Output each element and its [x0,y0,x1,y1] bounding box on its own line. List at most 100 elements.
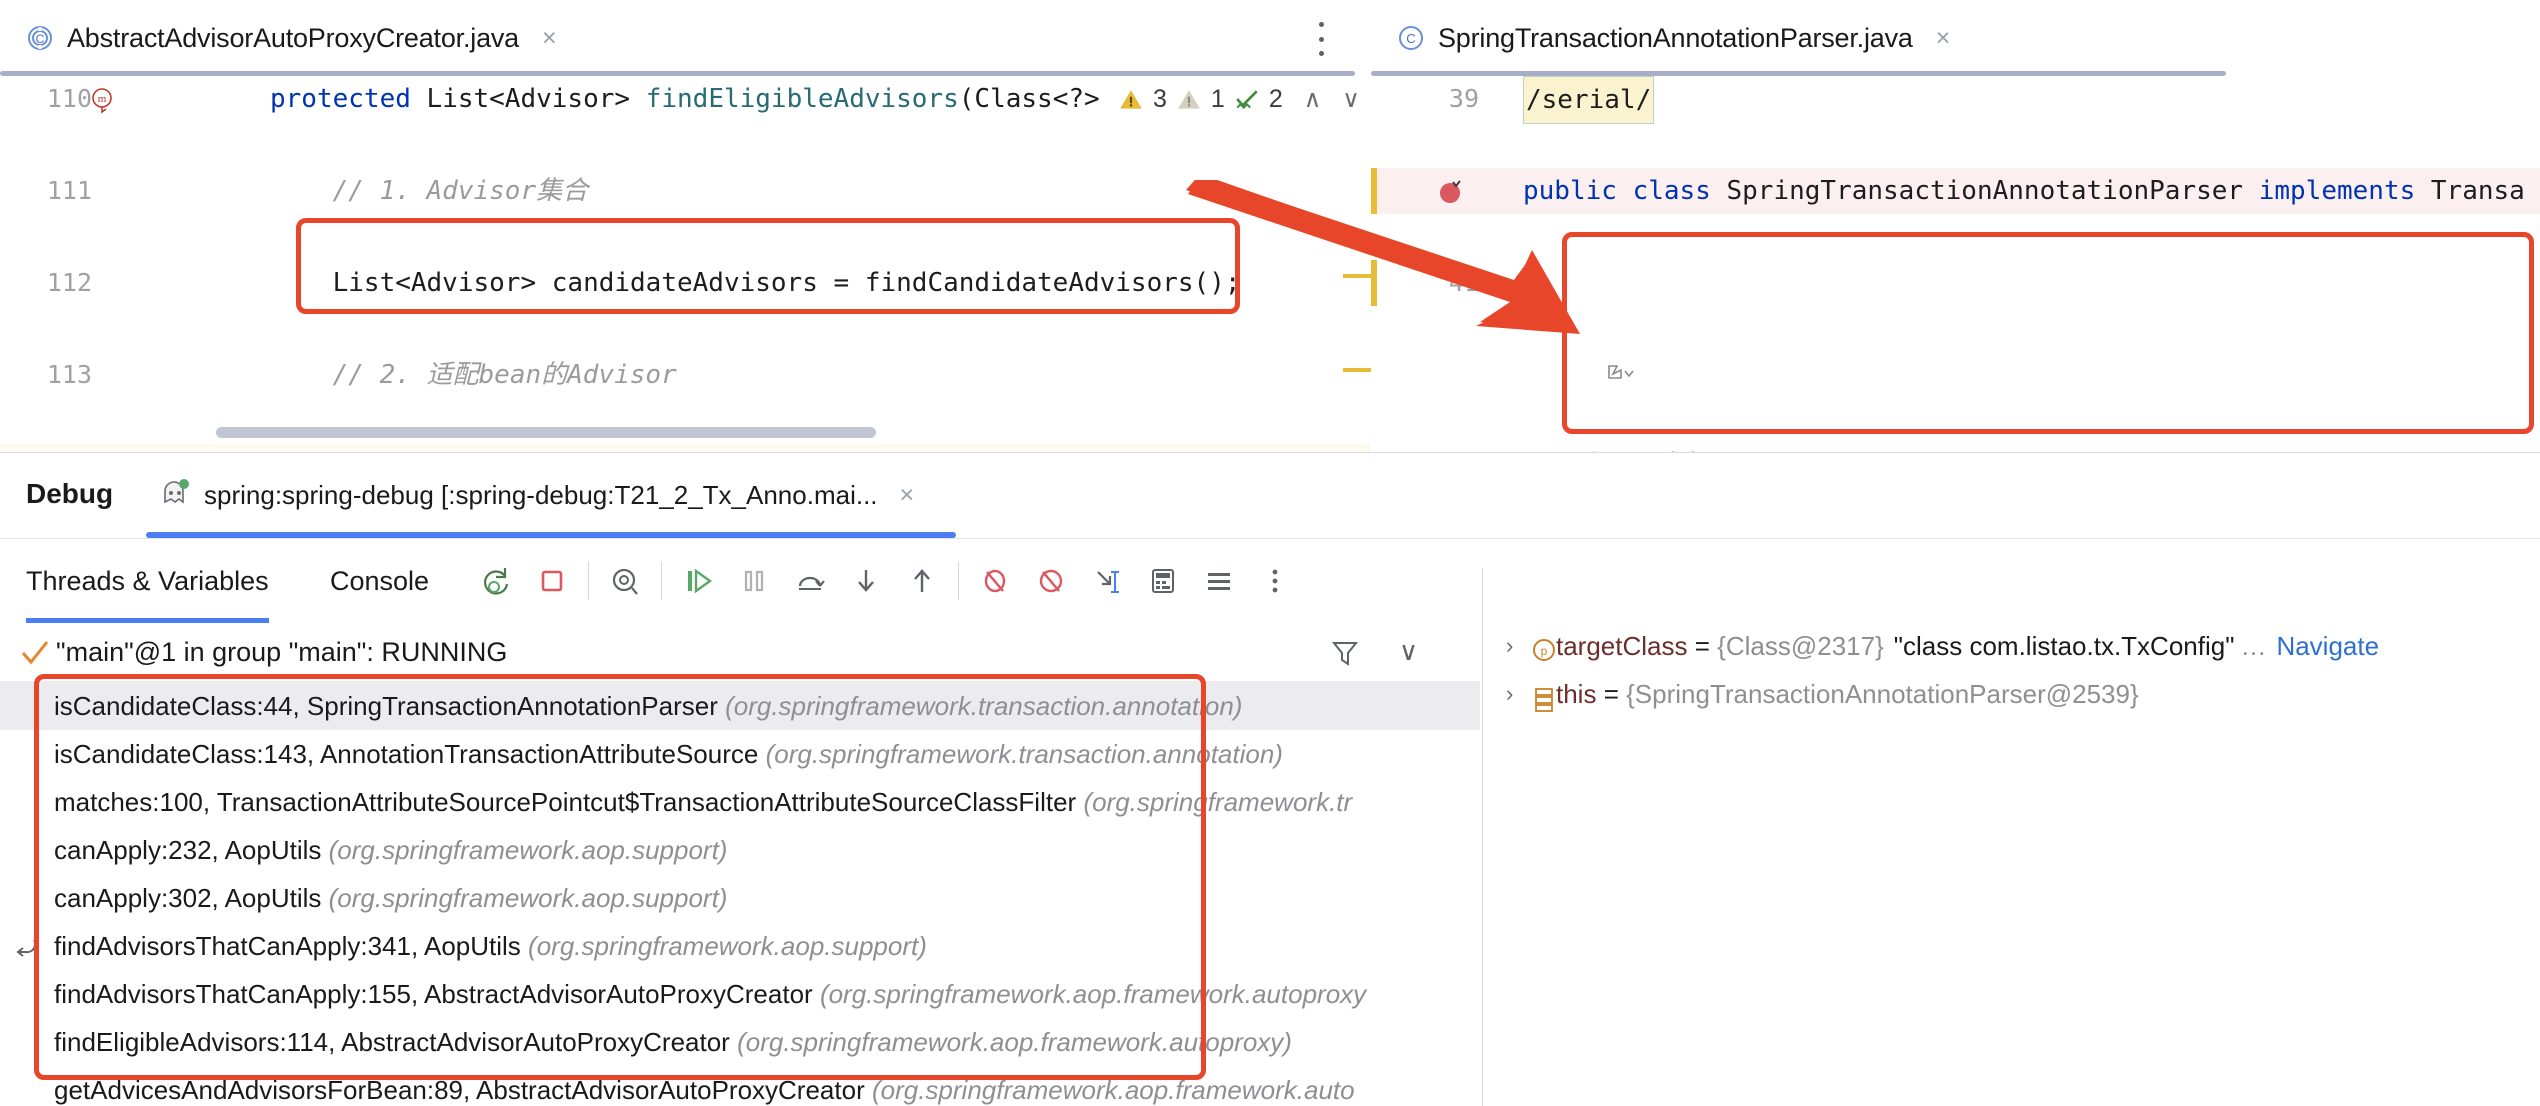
code-line[interactable] [1371,352,2540,398]
rerun-debug-icon[interactable] [468,539,524,623]
frame-package: (org.springframework.transaction.annotat… [725,691,1243,721]
stack-frame-row[interactable]: isCandidateClass:44, SpringTransactionAn… [0,682,1480,730]
pause-program-icon[interactable] [726,539,782,623]
code-line[interactable]: 112 List<Advisor> candidateAdvisors = fi… [0,260,1371,306]
prev-problem-icon[interactable]: ∧ [1304,87,1322,112]
method-override-icon[interactable]: m [88,85,118,120]
disable-breakpoints-icon[interactable] [1023,539,1079,623]
editor-tab-label: AbstractAdvisorAutoProxyCreator.java [67,22,519,53]
resume-program-icon[interactable] [670,539,726,623]
editor-marker-stripe[interactable] [1371,260,1377,306]
toolbar-separator [661,562,662,600]
evaluate-expression-icon[interactable] [1135,539,1191,623]
layout-settings-icon[interactable] [1191,539,1247,623]
navigate-link[interactable]: Navigate [2276,631,2379,661]
debug-session-tab[interactable]: spring:spring-debug [:spring-debug:T21_2… [158,452,914,538]
code-keyword: implements [2243,176,2431,206]
variable-reference: {Class@2317} [1717,631,1884,661]
tab-label: Console [330,565,430,596]
java-class-icon: C [1397,24,1425,52]
code-line[interactable]: 110 m protected List<Advisor> findEligib… [0,76,1371,122]
variables-panel: › p targetClass = {Class@2317} "class com… [1482,568,2540,1106]
expand-chevron-icon[interactable]: › [1506,622,1513,670]
frame-method: getAdvicesAndAdvisorsForBean:89, Abstrac… [54,1075,865,1105]
stack-frame-row[interactable]: getAdvicesAndAdvisorsForBean:89, Abstrac… [0,1066,1480,1106]
code-line[interactable]: public class SpringTransactionAnnotation… [1371,168,2540,214]
stop-icon[interactable] [524,539,580,623]
stack-frame-row[interactable]: findAdvisorsThatCanApply:341, AopUtils (… [0,922,1480,970]
chevron-down-icon[interactable]: ∨ [1399,636,1418,667]
variable-equals: = [1687,631,1718,661]
code-line[interactable]: 41 [1371,260,2540,306]
editor-marker-stripe[interactable] [1343,274,1371,278]
frame-package: (org.springframework.aop.framework.autop… [819,979,1367,1009]
warning-count: 3 [1153,85,1167,113]
editor-tab-springtransactionannotationparser[interactable]: C SpringTransactionAnnotationParser.java… [1397,0,1950,76]
ide-window: C AbstractAdvisorAutoProxyCreator.java ×… [0,0,2540,1106]
frame-method: canApply:232, AopUtils [54,835,322,865]
code-interface: Transa [2430,176,2525,206]
inspection-widget[interactable]: 3 1 2 ∧ ∨ [1118,85,1360,114]
tab-console[interactable]: Console [330,539,429,623]
editor-pane-right: C SpringTransactionAnnotationParser.java… [1371,0,2540,452]
stack-frame-row[interactable]: canApply:232, AopUtils (org.springframew… [0,826,1480,874]
mute-breakpoints-icon[interactable] [967,539,1023,623]
debug-tool-window: Debug spring:spring-debug [:spring-debug… [0,452,2540,1106]
view-breakpoints-icon[interactable] [597,539,653,623]
variable-row[interactable]: › p targetClass = {Class@2317} "class com… [1482,622,2540,670]
weak-warning-icon [1178,89,1200,109]
more-options-icon[interactable] [1247,539,1303,623]
close-icon[interactable]: × [542,25,557,51]
stack-frame-row[interactable]: findEligibleAdvisors:114, AbstractAdviso… [0,1018,1480,1066]
toolbar-separator [588,562,589,600]
variable-reference: {SpringTransactionAnnotationParser@2539} [1626,679,2139,709]
editor-pane-left: C AbstractAdvisorAutoProxyCreator.java ×… [0,0,1371,452]
frame-package: (org.springframework.aop.support) [528,931,927,961]
editor-marker-stripe[interactable] [1371,168,1377,214]
frame-method: findEligibleAdvisors:114, AbstractAdviso… [54,1027,730,1057]
breakpoint-verified-icon[interactable] [1437,177,1467,212]
stack-frame-row[interactable]: isCandidateClass:143, AnnotationTransact… [0,730,1480,778]
stack-frame-row[interactable]: matches:100, TransactionAttributeSourceP… [0,778,1480,826]
code-text: public class SpringTransactionAnnotation… [1523,168,2525,214]
editor-tab-abstractadvisorautoproxycreator[interactable]: C AbstractAdvisorAutoProxyCreator.java × [26,0,557,76]
svg-text:C: C [1406,31,1415,46]
line-number: 111 [46,176,92,205]
step-into-icon[interactable] [838,539,894,623]
code-line[interactable]: 111 // 1. Advisor集合 [0,168,1371,214]
close-icon[interactable]: × [1936,25,1951,51]
step-over-icon[interactable] [782,539,838,623]
close-icon[interactable]: × [900,481,915,510]
code-type: List<Advisor> [410,84,646,114]
variable-row[interactable]: › this = {SpringTransactionAnnotationPar… [1482,670,2540,718]
line-number: 113 [46,360,92,389]
code-line[interactable]: 43 public boolean isCandidateClass(Class… [1371,444,2540,452]
variable-value: "class com.listao.tx.TxConfig" [1893,631,2235,661]
thread-selector-row[interactable]: "main"@1 in group "main": RUNNING ∨ [0,622,1480,682]
editor-tabbar-left: C AbstractAdvisorAutoProxyCreator.java × [0,0,1371,76]
tab-threads-and-variables[interactable]: Threads & Variables [26,539,269,623]
code-editor-left[interactable]: 110 m protected List<Advisor> findEligib… [0,76,1371,452]
code-editor-right[interactable]: 39 /serial/ public class SpringTransacti… [1371,76,2540,452]
step-back-icon[interactable] [14,934,40,965]
stack-frame-row[interactable]: canApply:302, AopUtils (org.springframew… [0,874,1480,922]
stack-frame-row[interactable]: findAdvisorsThatCanApply:155, AbstractAd… [0,970,1480,1018]
editor-marker-stripe[interactable] [1343,368,1371,372]
next-problem-icon[interactable]: ∨ [1342,87,1360,112]
code-line[interactable]: 39 /serial/ [1371,76,2540,124]
frame-package: (org.springframework.aop.framework.autop… [737,1027,1292,1057]
editor-horizontal-scrollbar[interactable] [216,427,876,438]
filter-icon[interactable] [1330,638,1360,673]
step-out-icon[interactable] [894,539,950,623]
svg-text:C: C [36,32,45,46]
code-line-current[interactable]: 114 List<Advisor> eligibleAdvisors = fin… [0,444,1371,452]
run-to-cursor-icon[interactable] [1079,539,1135,623]
editor-tab-label: SpringTransactionAnnotationParser.java [1438,22,1913,53]
more-options-icon[interactable] [1317,22,1325,56]
expand-chevron-icon[interactable]: › [1506,670,1513,718]
code-line[interactable]: 113 // 2. 适配bean的Advisor [0,352,1371,398]
code-text: /serial/ [1523,76,1655,124]
line-number: 39 [1448,84,1479,113]
collapse-icon[interactable] [1603,362,1637,393]
code-annotation: @Override [1571,440,1712,452]
